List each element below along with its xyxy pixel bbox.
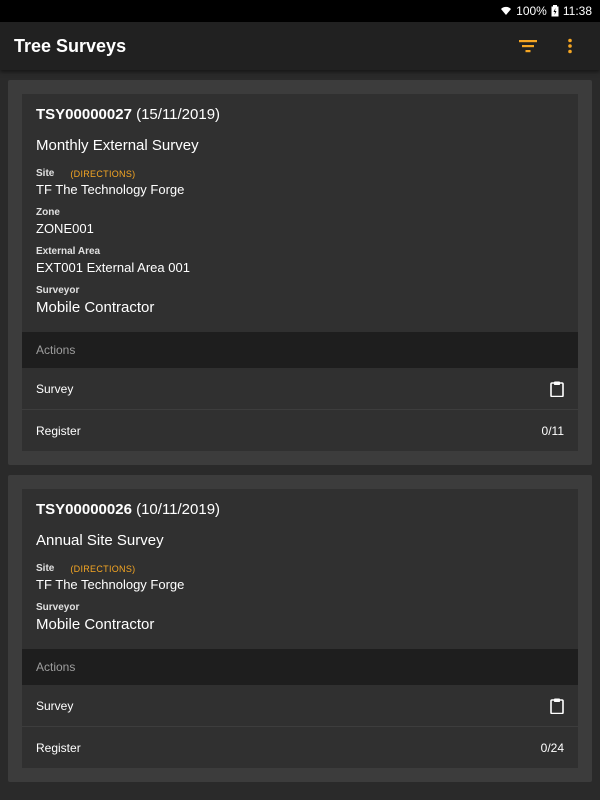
site-value: TF The Technology Forge — [36, 182, 185, 197]
actions-header: Actions — [22, 332, 578, 368]
survey-id: TSY00000027 — [36, 106, 132, 123]
status-bar: 100% 11:38 — [0, 0, 600, 22]
survey-action-label: Survey — [36, 381, 74, 396]
external-area-label: External Area — [36, 246, 101, 257]
battery-percent: 100% — [516, 4, 547, 18]
surveyor-value: Mobile Contractor — [36, 299, 155, 316]
directions-link[interactable]: (DIRECTIONS) — [70, 564, 135, 574]
survey-type: Monthly External Survey — [36, 137, 199, 154]
site-label: Site — [36, 563, 55, 574]
directions-link[interactable]: (DIRECTIONS) — [70, 169, 135, 179]
survey-reference: TSY00000026 (10/11/2019) — [36, 501, 564, 518]
survey-date: (10/11/2019) — [136, 501, 221, 518]
zone-value: ZONE001 — [36, 221, 94, 236]
survey-card-container: TSY00000027 (15/11/2019) Monthly Externa… — [8, 80, 592, 465]
actions-header: Actions — [22, 649, 578, 685]
survey-action-row[interactable]: Survey — [22, 685, 578, 727]
survey-card: TSY00000026 (10/11/2019) Annual Site Sur… — [22, 489, 578, 768]
external-area-value: EXT001 External Area 001 — [36, 260, 190, 275]
surveyor-field: Surveyor Mobile Contractor — [36, 285, 564, 316]
page-title: Tree Surveys — [14, 35, 127, 56]
survey-id: TSY00000026 — [36, 501, 132, 518]
surveyor-label: Surveyor — [36, 602, 80, 613]
zone-label: Zone — [36, 207, 60, 218]
surveyor-label: Surveyor — [36, 285, 80, 296]
more-vert-icon — [568, 38, 572, 54]
clipboard-icon[interactable] — [550, 381, 564, 397]
survey-action-row[interactable]: Survey — [22, 368, 578, 410]
overflow-menu-button[interactable] — [554, 30, 586, 62]
survey-list: TSY00000027 (15/11/2019) Monthly Externa… — [0, 70, 600, 782]
register-action-label: Register — [36, 423, 81, 438]
filter-icon — [519, 40, 537, 53]
app-bar: Tree Surveys — [0, 22, 600, 70]
survey-reference: TSY00000027 (15/11/2019) — [36, 106, 564, 123]
site-value: TF The Technology Forge — [36, 577, 185, 592]
clock: 11:38 — [562, 4, 592, 18]
register-count: 0/11 — [541, 423, 564, 438]
register-action-row[interactable]: Register 0/11 — [22, 410, 578, 451]
surveyor-field: Surveyor Mobile Contractor — [36, 602, 564, 633]
battery-icon — [551, 5, 559, 17]
filter-button[interactable] — [512, 30, 544, 62]
survey-date: (15/11/2019) — [136, 106, 221, 123]
register-action-label: Register — [36, 740, 81, 755]
survey-type: Annual Site Survey — [36, 532, 164, 549]
site-field: Site (DIRECTIONS) TF The Technology Forg… — [36, 563, 564, 592]
wifi-icon — [501, 6, 512, 15]
survey-action-label: Survey — [36, 698, 74, 713]
register-count: 0/24 — [540, 740, 564, 755]
register-action-row[interactable]: Register 0/24 — [22, 727, 578, 768]
clipboard-icon[interactable] — [550, 698, 564, 714]
survey-card: TSY00000027 (15/11/2019) Monthly Externa… — [22, 94, 578, 451]
surveyor-value: Mobile Contractor — [36, 616, 155, 633]
site-label: Site — [36, 168, 55, 179]
survey-card-container: TSY00000026 (10/11/2019) Annual Site Sur… — [8, 475, 592, 782]
zone-field: Zone ZONE001 — [36, 207, 564, 236]
external-area-field: External Area EXT001 External Area 001 — [36, 246, 564, 275]
site-field: Site (DIRECTIONS) TF The Technology Forg… — [36, 168, 564, 197]
